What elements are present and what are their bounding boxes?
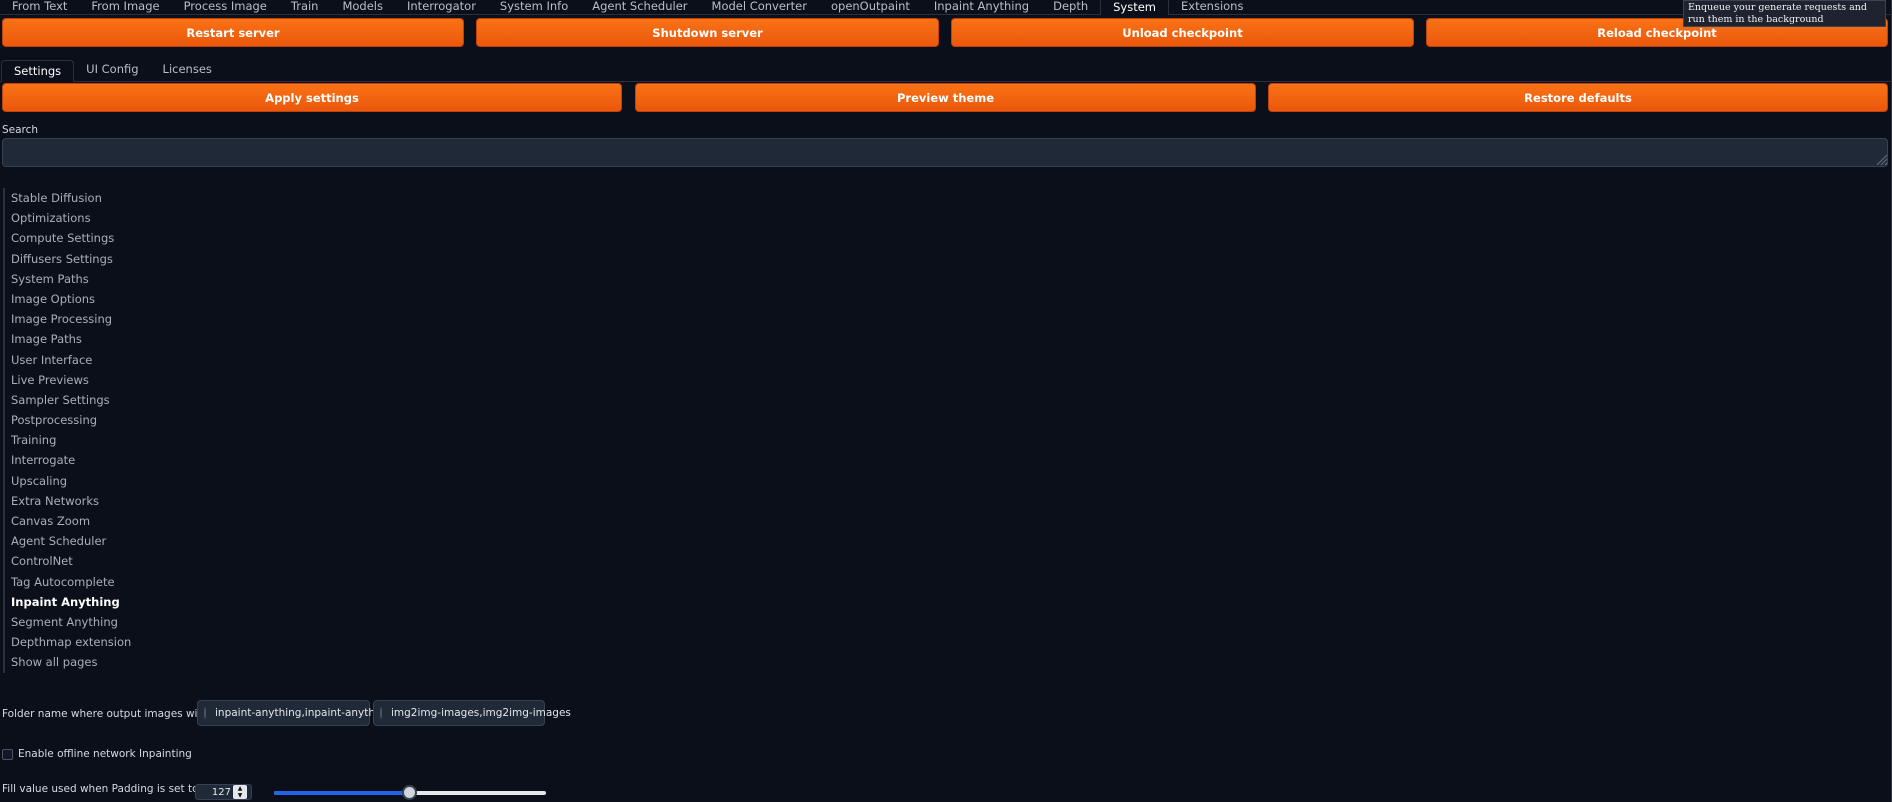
tab-settings[interactable]: Settings [1,60,75,82]
settings-category-list: Stable Diffusion Optimizations Compute S… [3,188,203,673]
tab-licenses[interactable]: Licenses [151,59,224,81]
tab-system[interactable]: System [1100,0,1170,15]
category-segment-anything[interactable]: Segment Anything [3,611,203,633]
tab-interrogator[interactable]: Interrogator [395,0,488,14]
restart-server-button[interactable]: Restart server [2,18,464,47]
tab-inpaint-anything[interactable]: Inpaint Anything [922,0,1041,14]
category-training[interactable]: Training [3,430,203,451]
search-label: Search [2,124,39,136]
slider-thumb[interactable] [402,785,418,800]
shutdown-server-button[interactable]: Shutdown server [476,18,939,47]
tab-system-info[interactable]: System Info [488,0,580,14]
padding-fill-slider[interactable] [274,785,546,800]
radio-icon [380,707,382,719]
category-diffusers-settings[interactable]: Diffusers Settings [3,248,203,269]
category-sampler-settings[interactable]: Sampler Settings [3,389,203,411]
apply-settings-button[interactable]: Apply settings [2,83,622,112]
category-extra-networks[interactable]: Extra Networks [3,490,203,511]
restore-defaults-button[interactable]: Restore defaults [1268,83,1888,112]
tab-depth[interactable]: Depth [1041,0,1100,14]
category-depthmap-extension[interactable]: Depthmap extension [3,632,203,653]
category-compute-settings[interactable]: Compute Settings [3,228,203,249]
category-inpaint-anything[interactable]: Inpaint Anything [3,591,203,612]
category-postprocessing[interactable]: Postprocessing [3,410,203,431]
category-interrogate[interactable]: Interrogate [3,450,203,471]
category-live-previews[interactable]: Live Previews [3,369,203,390]
output-folder-option-inpaint-anything[interactable]: inpaint-anything,inpaint-anything [197,700,391,726]
padding-fill-value: 127 [211,786,231,798]
category-user-interface[interactable]: User Interface [3,349,203,370]
category-stable-diffusion[interactable]: Stable Diffusion [3,188,203,209]
tab-ui-config[interactable]: UI Config [74,59,150,81]
tab-model-converter[interactable]: Model Converter [700,0,819,14]
category-image-processing[interactable]: Image Processing [3,309,203,330]
category-canvas-zoom[interactable]: Canvas Zoom [3,511,203,532]
output-folder-option-img2img-images[interactable]: img2img-images,img2img-images [373,700,571,726]
category-tag-autocomplete[interactable]: Tag Autocomplete [3,571,203,592]
tooltip: Enqueue your generate requests and run t… [1683,0,1886,27]
category-show-all-pages[interactable]: Show all pages [3,652,203,673]
tab-from-image[interactable]: From Image [79,0,171,14]
tab-extensions[interactable]: Extensions [1169,0,1255,14]
category-image-options[interactable]: Image Options [3,288,203,310]
settings-tab-bar: Settings UI Config Licenses [0,60,1892,82]
category-upscaling[interactable]: Upscaling [3,470,203,491]
offline-inpainting-checkbox[interactable] [2,749,13,760]
unload-checkpoint-button[interactable]: Unload checkpoint [951,18,1414,47]
tab-models[interactable]: Models [330,0,395,14]
category-image-paths[interactable]: Image Paths [3,329,203,350]
resize-grip-icon[interactable] [1876,154,1888,166]
option-label: inpaint-anything,inpaint-anything [215,707,392,719]
tab-from-text[interactable]: From Text [0,0,79,14]
preview-theme-button[interactable]: Preview theme [635,83,1256,112]
radio-icon [204,707,206,719]
category-system-paths[interactable]: System Paths [3,268,203,289]
stepper-arrows-icon[interactable]: ▲ ▼ [233,785,247,799]
search-input[interactable] [2,138,1888,167]
category-controlnet[interactable]: ControlNet [3,551,203,572]
tab-process-image[interactable]: Process Image [172,0,279,14]
category-agent-scheduler[interactable]: Agent Scheduler [3,531,203,552]
tab-train[interactable]: Train [279,0,331,14]
slider-fill [274,791,410,795]
top-tab-bar: From Text From Image Process Image Train… [0,0,1892,15]
category-optimizations[interactable]: Optimizations [3,208,203,229]
option-label: img2img-images,img2img-images [391,707,571,719]
tab-agent-scheduler[interactable]: Agent Scheduler [580,0,699,14]
tab-openoutpaint[interactable]: openOutpaint [819,0,922,14]
offline-inpainting-label: Enable offline network Inpainting [18,748,192,760]
